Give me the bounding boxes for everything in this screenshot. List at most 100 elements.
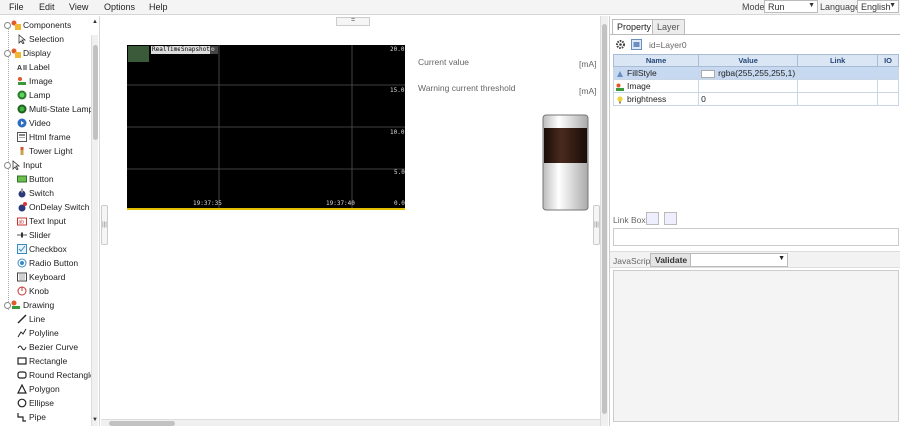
validate-button[interactable]: Validate: [650, 253, 693, 267]
column-header-io[interactable]: IO: [877, 54, 899, 67]
tree-scrollbar-thumb[interactable]: [93, 45, 98, 140]
tree-item-knob[interactable]: Knob: [17, 284, 49, 297]
javascript-event-select[interactable]: ▼: [690, 253, 788, 267]
menu-edit[interactable]: Edit: [39, 2, 55, 12]
tree-item-label: Rectangle: [29, 355, 68, 366]
language-value: English: [861, 2, 891, 12]
menu-options[interactable]: Options: [104, 2, 135, 12]
menu-view[interactable]: View: [69, 2, 88, 12]
left-splitter-handle[interactable]: |||: [101, 205, 108, 245]
tower-light-widget[interactable]: [542, 114, 589, 211]
right-splitter-handle[interactable]: |||: [593, 205, 600, 245]
collapse-toggle-icon[interactable]: [4, 302, 11, 309]
table-row[interactable]: FillStyle rgba(255,255,255,1): [612, 66, 899, 80]
table-row[interactable]: brightness 0: [612, 92, 899, 106]
property-io-cell[interactable]: [877, 92, 899, 106]
tree-item-video[interactable]: Video: [17, 116, 51, 129]
chart-mode-icon[interactable]: [128, 46, 149, 62]
tree-item-pipe[interactable]: Pipe: [17, 410, 46, 423]
tree-item-rectangle[interactable]: Rectangle: [17, 354, 67, 367]
tree-item-text-input[interactable]: ab Text Input: [17, 214, 66, 227]
property-value-cell[interactable]: 0: [698, 92, 799, 106]
switch-icon: [18, 188, 26, 197]
tree-item-polygon[interactable]: Polygon: [17, 382, 60, 395]
tree-item-line[interactable]: Line: [17, 312, 45, 325]
column-header-name[interactable]: Name: [612, 54, 700, 67]
lamp-icon: [17, 90, 27, 99]
property-value-cell[interactable]: rgba(255,255,255,1): [698, 66, 799, 80]
property-name-cell[interactable]: FillStyle: [612, 66, 700, 80]
element-id: id=Layer0: [649, 40, 687, 50]
property-link-cell[interactable]: [797, 79, 879, 93]
ondelay-switch-icon: [18, 201, 27, 211]
tree-item-lamp[interactable]: Lamp: [17, 88, 50, 101]
tree-item-label: Image: [29, 75, 53, 86]
gear-icon[interactable]: [615, 39, 626, 50]
tree-item-bezier-curve[interactable]: Bezier Curve: [17, 340, 78, 353]
tree-item-button[interactable]: Button: [17, 172, 54, 185]
button-icon: [17, 175, 27, 182]
trend-chart[interactable]: RealTime Snapshot ⚙ 20.0 15.0 10.0 5.0 0…: [127, 45, 405, 210]
collapse-toggle-icon[interactable]: [4, 50, 11, 57]
tree-item-radio-button[interactable]: Radio Button: [17, 256, 78, 269]
layer-icon[interactable]: [631, 39, 642, 50]
color-swatch[interactable]: [701, 69, 716, 78]
tree-item-html-frame[interactable]: Html frame: [17, 130, 71, 143]
menu-help[interactable]: Help: [149, 2, 168, 12]
chart-settings-icon[interactable]: ⚙: [210, 46, 218, 54]
collapse-toggle-icon[interactable]: [4, 22, 11, 29]
mode-select[interactable]: Run ▼: [764, 0, 818, 13]
scroll-down-arrow-icon[interactable]: ▼: [92, 417, 98, 423]
tree-item-label: OnDelay Switch: [29, 201, 90, 212]
property-io-cell[interactable]: [877, 66, 899, 80]
tree-item-label-component[interactable]: A Label: [17, 60, 50, 73]
language-select[interactable]: English ▼: [857, 0, 899, 13]
tree-item-checkbox[interactable]: Checkbox: [17, 242, 67, 255]
tree-item-tower-light[interactable]: Tower Light: [17, 144, 72, 157]
snapshot-button[interactable]: Snapshot: [180, 46, 211, 54]
column-header-value[interactable]: Value: [698, 54, 799, 67]
collapse-toggle-icon[interactable]: [4, 162, 11, 169]
tab-property[interactable]: Property: [612, 19, 657, 34]
realtime-button[interactable]: RealTime: [151, 46, 182, 54]
property-link-cell[interactable]: [797, 92, 879, 106]
canvas-horizontal-scrollbar[interactable]: [101, 419, 600, 426]
table-row[interactable]: Image: [612, 79, 899, 93]
property-name-cell[interactable]: brightness: [612, 92, 700, 106]
tree-item-selection[interactable]: Selection: [17, 32, 64, 45]
top-splitter-handle[interactable]: =: [336, 17, 370, 26]
y-tick-label: 20.0: [390, 46, 405, 53]
link-picker-icon[interactable]: [646, 212, 659, 225]
tree-item-round-rectangle[interactable]: Round Rectangle: [17, 368, 95, 381]
tree-item-ondelay-switch[interactable]: OnDelay Switch: [17, 200, 89, 213]
link-box-input[interactable]: [613, 228, 899, 246]
tree-group-display[interactable]: Display: [11, 46, 51, 59]
property-name-cell[interactable]: Image: [612, 79, 700, 93]
tree-scrollbar[interactable]: [91, 35, 98, 426]
tree-item-ellipse[interactable]: Ellipse: [17, 396, 54, 409]
property-value-cell[interactable]: [698, 79, 799, 93]
tab-layer[interactable]: Layer: [652, 19, 685, 34]
tree-item-keyboard[interactable]: Keyboard: [17, 270, 65, 283]
link-browser-icon[interactable]: [664, 212, 677, 225]
tree-group-components[interactable]: Components: [11, 18, 71, 31]
tree-item-slider[interactable]: Slider: [17, 228, 51, 241]
javascript-editor[interactable]: [613, 270, 899, 422]
bulb-icon: [617, 96, 623, 104]
tree-item-switch[interactable]: Switch: [17, 186, 54, 199]
tree-group-drawing[interactable]: Drawing: [11, 298, 54, 311]
property-link-cell[interactable]: [797, 66, 879, 80]
tree-item-image[interactable]: Image: [17, 74, 53, 87]
menu-file[interactable]: File: [9, 2, 24, 12]
canvas-horizontal-scrollbar-thumb[interactable]: [109, 421, 175, 426]
tree-item-multi-state-lamp[interactable]: Multi-State Lamp: [17, 102, 93, 115]
tree-item-label: Text Input: [29, 215, 66, 226]
tree-item-polyline[interactable]: Polyline: [17, 326, 59, 339]
property-io-cell[interactable]: [877, 79, 899, 93]
canvas-vertical-scrollbar-thumb[interactable]: [602, 24, 607, 414]
tree-item-label: Bezier Curve: [29, 341, 79, 352]
column-header-link[interactable]: Link: [797, 54, 879, 67]
tree-group-input[interactable]: Input: [11, 158, 42, 171]
canvas-vertical-scrollbar[interactable]: [600, 16, 608, 426]
scroll-up-arrow-icon[interactable]: ▲: [92, 19, 98, 25]
